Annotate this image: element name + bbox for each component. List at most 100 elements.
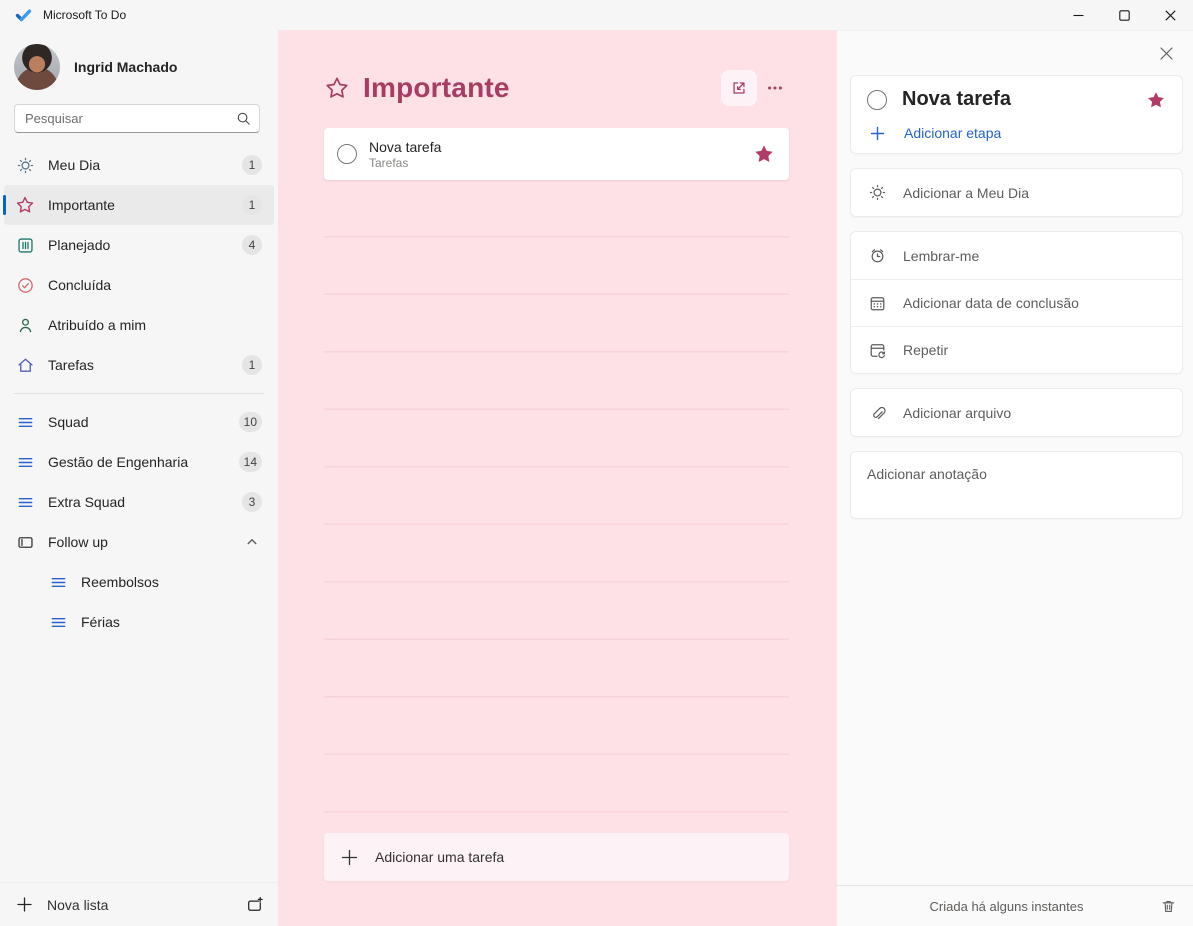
delete-task-icon[interactable] [1160, 898, 1177, 915]
app-title: Microsoft To Do [43, 8, 126, 22]
user-name: Ingrid Machado [74, 59, 177, 75]
close-detail-icon[interactable] [1159, 46, 1174, 61]
add-file-label: Adicionar arquivo [903, 405, 1011, 421]
list-icon [15, 452, 35, 472]
repeat-button[interactable]: Repetir [851, 326, 1182, 373]
calendar-repeat-icon [867, 341, 887, 360]
important-star-icon[interactable] [753, 143, 775, 165]
todo-app-window: Microsoft To Do Ingrid Machado [0, 0, 1193, 926]
remind-me-label: Lembrar-me [903, 248, 979, 264]
page-title: Importante [363, 72, 721, 104]
sidebar-item-concluida[interactable]: Concluída [4, 265, 274, 305]
sun-icon [867, 183, 887, 202]
file-card: Adicionar arquivo [850, 388, 1183, 437]
sidebar-item-planejado[interactable]: Planejado 4 [4, 225, 274, 265]
add-due-date-label: Adicionar data de conclusão [903, 295, 1079, 311]
detail-close-row [850, 31, 1183, 75]
sun-icon [15, 155, 35, 175]
new-list-button[interactable]: Nova lista [47, 897, 245, 913]
minimize-button[interactable] [1055, 0, 1101, 30]
add-step-button[interactable]: Adicionar etapa [867, 125, 1166, 141]
sidebar-nav: Meu Dia 1 Importante 1 [0, 145, 278, 882]
list-icon [15, 412, 35, 432]
main-header: Importante [324, 70, 793, 106]
count-badge: 1 [242, 355, 262, 375]
count-badge: 10 [239, 412, 262, 432]
sidebar-item-ferias[interactable]: Férias [4, 602, 274, 642]
sidebar-item-label: Reembolsos [81, 574, 262, 590]
count-badge: 14 [239, 452, 262, 472]
count-badge: 1 [242, 195, 262, 215]
sidebar-item-importante[interactable]: Importante 1 [4, 185, 274, 225]
count-badge: 3 [242, 492, 262, 512]
task-list-name: Tarefas [369, 156, 753, 170]
sidebar-item-label: Tarefas [48, 357, 242, 373]
note-field[interactable]: Adicionar anotação [850, 451, 1183, 519]
detail-spacer [850, 519, 1183, 885]
open-detail-icon [730, 79, 748, 97]
sidebar-item-squad[interactable]: Squad 10 [4, 402, 274, 442]
list-icon [48, 612, 68, 632]
note-placeholder: Adicionar anotação [867, 466, 987, 482]
plus-icon [870, 126, 885, 141]
important-star-icon[interactable] [1146, 90, 1166, 110]
calendar-icon [867, 294, 887, 313]
complete-task-checkbox[interactable] [337, 144, 357, 164]
sidebar-group-follow-up[interactable]: Follow up [4, 522, 274, 562]
open-detail-view-button[interactable] [721, 70, 757, 106]
close-window-button[interactable] [1147, 0, 1193, 30]
search-input[interactable] [14, 104, 260, 133]
sidebar-item-label: Extra Squad [48, 494, 242, 510]
add-file-button[interactable]: Adicionar arquivo [851, 389, 1182, 436]
remind-me-button[interactable]: Lembrar-me [851, 232, 1182, 279]
group-icon [15, 532, 35, 552]
detail-task-title[interactable]: Nova tarefa [902, 88, 1146, 111]
todo-logo-icon [15, 7, 32, 24]
add-to-my-day-button[interactable]: Adicionar a Meu Dia [851, 169, 1182, 216]
add-due-date-button[interactable]: Adicionar data de conclusão [851, 279, 1182, 326]
detail-task-card: Nova tarefa Adicionar etapa [850, 75, 1183, 154]
task-row[interactable]: Nova tarefa Tarefas [324, 128, 789, 180]
list-icon [15, 492, 35, 512]
search-icon[interactable] [236, 111, 251, 126]
list-icon [48, 572, 68, 592]
plus-icon [14, 896, 34, 913]
sidebar-item-extra-squad[interactable]: Extra Squad 3 [4, 482, 274, 522]
add-task-input[interactable]: Adicionar uma tarefa [324, 833, 789, 881]
sidebar-item-gestao-de-engenharia[interactable]: Gestão de Engenharia 14 [4, 442, 274, 482]
count-badge: 4 [242, 235, 262, 255]
main-panel: Importante [278, 30, 837, 926]
new-group-icon[interactable] [245, 895, 264, 914]
sidebar-item-reembolsos[interactable]: Reembolsos [4, 562, 274, 602]
sidebar-item-label: Importante [48, 197, 242, 213]
sidebar-item-meu-dia[interactable]: Meu Dia 1 [4, 145, 274, 185]
sidebar-item-tarefas[interactable]: Tarefas 1 [4, 345, 274, 385]
ellipsis-icon [766, 79, 784, 97]
my-day-card: Adicionar a Meu Dia [850, 168, 1183, 217]
sidebar-item-label: Planejado [48, 237, 242, 253]
sidebar-item-label: Gestão de Engenharia [48, 454, 239, 470]
sidebar-item-label: Squad [48, 414, 239, 430]
person-icon [15, 315, 35, 335]
sidebar-item-atribuido-a-mim[interactable]: Atribuído a mim [4, 305, 274, 345]
task-text: Nova tarefa Tarefas [369, 139, 753, 170]
empty-task-rows [324, 180, 789, 833]
maximize-button[interactable] [1101, 0, 1147, 30]
star-icon [15, 195, 35, 215]
repeat-label: Repetir [903, 342, 948, 358]
task-detail-panel: Nova tarefa Adicionar etapa [837, 30, 1193, 926]
sidebar-item-label: Meu Dia [48, 157, 242, 173]
more-options-button[interactable] [757, 70, 793, 106]
search-box [14, 104, 260, 133]
alarm-clock-icon [867, 246, 887, 265]
sidebar-item-label: Follow up [48, 534, 242, 550]
user-profile[interactable]: Ingrid Machado [0, 38, 278, 104]
complete-task-checkbox[interactable] [867, 90, 887, 110]
check-circle-icon [15, 275, 35, 295]
add-to-my-day-label: Adicionar a Meu Dia [903, 185, 1029, 201]
sidebar-item-label: Atribuído a mim [48, 317, 262, 333]
chevron-up-icon[interactable] [242, 532, 262, 552]
titlebar: Microsoft To Do [0, 0, 1193, 30]
schedule-card: Lembrar-me Adicionar data de conclusão [850, 231, 1183, 374]
detail-footer: Criada há alguns instantes [837, 885, 1193, 926]
